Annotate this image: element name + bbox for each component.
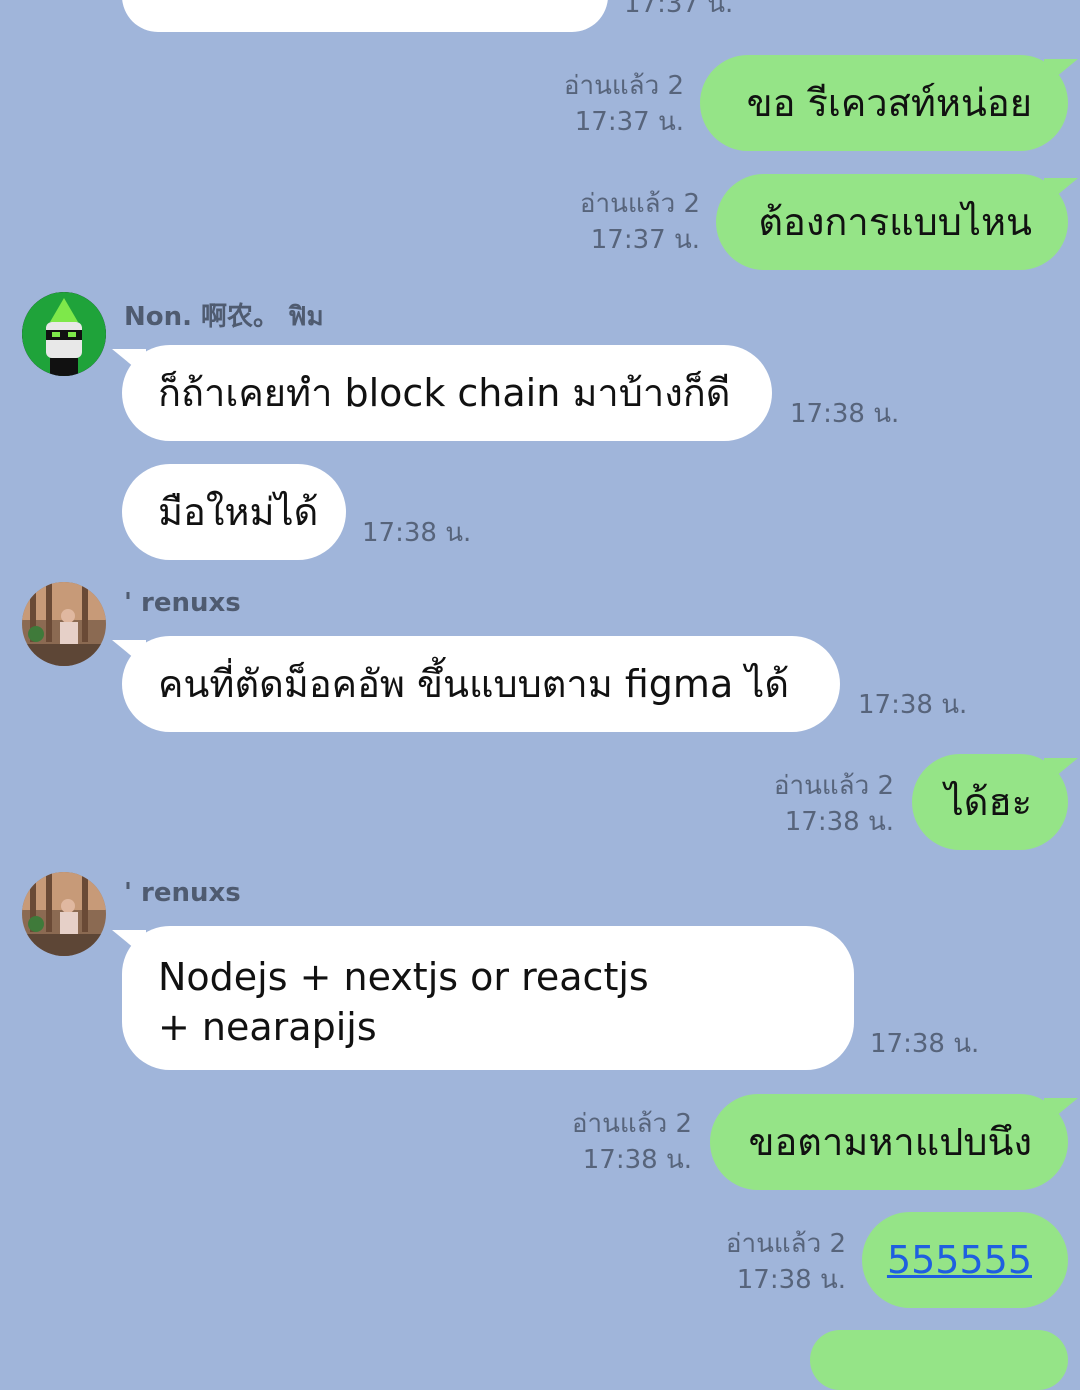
sender-name: ' renuxs (124, 878, 241, 908)
read-receipt: อ่านแล้ว 2 (579, 189, 700, 219)
message-time: 17:38 น. (736, 1265, 846, 1295)
message-text: คนที่ตัดม็อคอัพ ขึ้นแบบตาม figma ได้ (158, 662, 790, 706)
message-meta: อ่านแล้ว 2 17:37 น. (580, 186, 700, 258)
avatar-photo-icon (22, 872, 106, 956)
message-meta: อ่านแล้ว 2 17:38 น. (774, 768, 894, 840)
message-bubble-outgoing[interactable]: ต้องการแบบไหน (716, 174, 1078, 270)
sender-avatar[interactable] (22, 872, 106, 956)
message-meta: อ่านแล้ว 2 17:37 น. (564, 68, 684, 140)
message-text: ก็ถ้าเคยทำ block chain มาบ้างก็ดี (158, 371, 731, 415)
message-text: ต้องการแบบไหน (758, 200, 1032, 244)
message-text: ขอ รีเควสท์หน่อย (746, 81, 1032, 125)
avatar-photo-icon (22, 582, 106, 666)
message-bubble-outgoing[interactable]: ได้ฮะ (912, 754, 1078, 850)
sender-avatar[interactable] (22, 582, 106, 666)
message-meta: อ่านแล้ว 2 17:38 น. (726, 1226, 846, 1298)
message-time: 17:38 น. (858, 690, 968, 720)
message-time: 17:38 น. (362, 518, 472, 548)
message-text: Nodejs + nextjs or reactjs + nearapijs (158, 955, 649, 1049)
message-bubble-outgoing[interactable]: ขอตามหาแปบนึง (710, 1094, 1078, 1190)
message-time: 17:38 น. (790, 399, 900, 429)
message-time: 17:37 น. (574, 107, 684, 137)
message-time: 17:37 น. (590, 225, 700, 255)
message-bubble-outgoing[interactable]: ขอ รีเควสท์หน่อย (700, 55, 1078, 151)
message-time: 17:38 น. (784, 807, 894, 837)
message-bubble-incoming[interactable]: Nodejs + nextjs or reactjs + nearapijs (112, 926, 854, 1070)
message-bubble-incoming[interactable]: ก็ถ้าเคยทำ block chain มาบ้างก็ดี (112, 345, 772, 441)
message-bubble-incoming-partial[interactable] (122, 0, 608, 32)
read-receipt: อ่านแล้ว 2 (725, 1229, 846, 1259)
sender-avatar[interactable] (22, 292, 106, 376)
message-meta: อ่านแล้ว 2 17:38 น. (572, 1106, 692, 1178)
read-receipt: อ่านแล้ว 2 (571, 1109, 692, 1139)
message-text: ได้ฮะ (944, 780, 1032, 824)
message-bubble-outgoing-partial[interactable] (810, 1330, 1068, 1390)
read-receipt: อ่านแล้ว 2 (563, 71, 684, 101)
message-time: 17:37 น. (624, 0, 734, 19)
sender-name: Non. 啊农。 ฟิม (124, 302, 324, 332)
message-text: มือใหม่ได้ (158, 490, 319, 534)
avatar-green-hood-icon (22, 292, 106, 376)
message-bubble-incoming[interactable]: มือใหม่ได้ (122, 464, 346, 560)
message-time: 17:38 น. (582, 1145, 692, 1175)
read-receipt: อ่านแล้ว 2 (773, 771, 894, 801)
message-link[interactable]: 555555 (887, 1235, 1032, 1285)
message-text: ขอตามหาแปบนึง (748, 1120, 1032, 1164)
message-time: 17:38 น. (870, 1029, 980, 1059)
sender-name: ' renuxs (124, 588, 241, 618)
message-bubble-incoming[interactable]: คนที่ตัดม็อคอัพ ขึ้นแบบตาม figma ได้ (112, 636, 840, 732)
message-bubble-outgoing[interactable]: 555555 (862, 1212, 1068, 1308)
